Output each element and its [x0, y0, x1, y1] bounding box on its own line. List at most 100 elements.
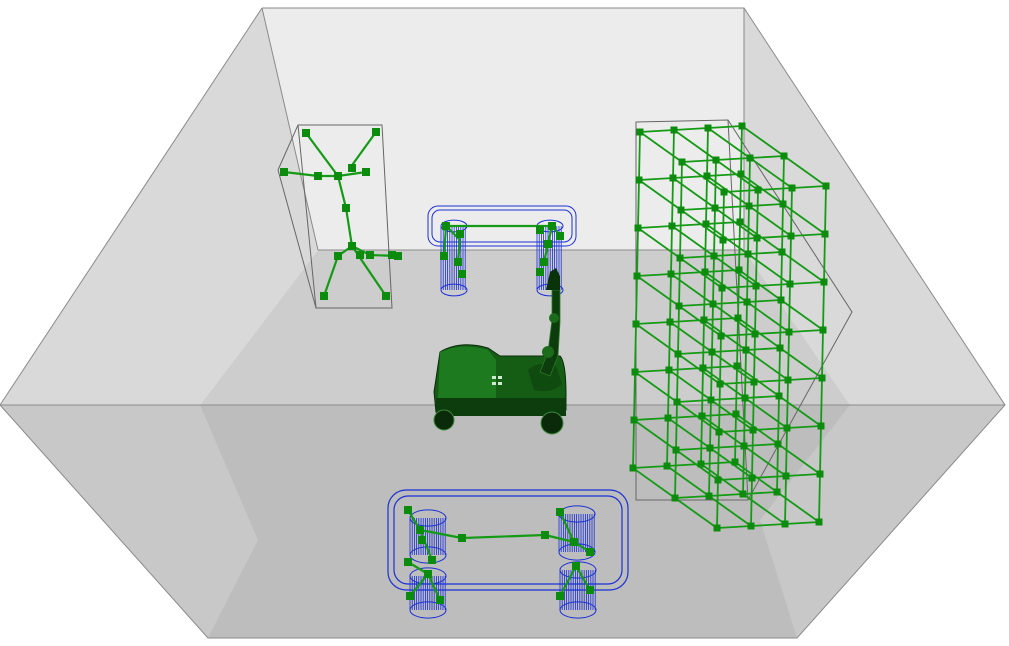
robot-wheel-front-right [540, 411, 564, 435]
shelf-edge [780, 251, 783, 301]
shelf-node [705, 492, 713, 500]
shelf-node [820, 278, 828, 286]
shelf-node [633, 272, 641, 280]
graph-node [372, 128, 380, 136]
graph-node [442, 222, 450, 230]
shelf-node [665, 366, 673, 374]
shelf-edge [734, 413, 737, 463]
shelf-node [733, 362, 741, 370]
shelf-edge [756, 189, 759, 239]
shelf-edge [702, 319, 705, 369]
shelf-edge [670, 225, 673, 275]
shelf-node [675, 302, 683, 310]
shelf-edge [744, 349, 747, 399]
graph-node [416, 526, 424, 534]
graph-node [366, 251, 374, 259]
shelf-edge [714, 159, 717, 209]
graph-node [348, 242, 356, 250]
graph-node [334, 172, 342, 180]
graph-node [418, 536, 426, 544]
graph-node [454, 258, 462, 266]
shelf-node [713, 524, 721, 532]
shelf-edge [716, 479, 719, 529]
shelf-node [671, 494, 679, 502]
shelf-edge [752, 381, 755, 431]
shelf-edge [743, 397, 746, 447]
graph-node [536, 226, 544, 234]
shelf-node [735, 266, 743, 274]
shelf-node [709, 300, 717, 308]
shelf-edge [668, 321, 671, 371]
shelf-node [632, 320, 640, 328]
shelf-edge [735, 365, 738, 415]
shelf-node [817, 422, 825, 430]
graph-node [356, 251, 364, 259]
shelf-edge [717, 431, 720, 481]
shelf-edge [705, 175, 708, 225]
graph-node [458, 534, 466, 542]
shelf-node [712, 156, 720, 164]
shelf-edge [747, 205, 750, 255]
shelf-node [701, 268, 709, 276]
shelf-edge [669, 273, 672, 323]
shelf-edge [784, 475, 787, 525]
graph-node [280, 168, 288, 176]
shelf-node [819, 326, 827, 334]
shelf-node [748, 474, 756, 482]
graph-node [404, 506, 412, 514]
graph-node [570, 538, 578, 546]
shelf-node [667, 270, 675, 278]
shelf-edge [822, 281, 825, 331]
shelf-node [666, 318, 674, 326]
shelf-edge [754, 285, 757, 335]
shelf-node [676, 254, 684, 262]
shelf-edge [676, 353, 679, 403]
shelf-node [742, 346, 750, 354]
shelf-node [714, 476, 722, 484]
shelf-edge [821, 329, 824, 379]
graph-node [382, 292, 390, 300]
graph-node [541, 531, 549, 539]
shelf-node [818, 374, 826, 382]
shelf-node [669, 174, 677, 182]
shelf-node [716, 380, 724, 388]
shelf-edge [785, 427, 788, 477]
graph-node [586, 586, 594, 594]
shelf-edge [719, 335, 722, 385]
shelf-node [781, 520, 789, 528]
graph-node [556, 592, 564, 600]
shelf-edge [677, 305, 680, 355]
shelf-edge [634, 323, 637, 373]
shelf-node [631, 368, 639, 376]
shelf-node [731, 458, 739, 466]
shelf-edge [704, 223, 707, 273]
shelf-edge [718, 383, 721, 433]
shelf-edge [679, 209, 682, 259]
shelf-node [698, 412, 706, 420]
shelf-node [743, 298, 751, 306]
shelf-edge [824, 185, 827, 235]
shelf-edge [666, 417, 669, 467]
shelf-node [744, 250, 752, 258]
scene-view [0, 7, 1006, 639]
shelf-edge [778, 347, 781, 397]
graph-node [388, 251, 396, 259]
shelf-edge [632, 419, 635, 469]
shelf-edge [680, 161, 683, 211]
graph-node [556, 508, 564, 516]
graph-node [440, 252, 448, 260]
shelf-node [774, 440, 782, 448]
shelf-edge [745, 301, 748, 351]
shelf-node [717, 332, 725, 340]
shelf-node [699, 364, 707, 372]
shelf-node [702, 220, 710, 228]
graph-node [536, 268, 544, 276]
shelf-node [636, 128, 644, 136]
shelf-edge [737, 269, 740, 319]
graph-node [556, 232, 564, 240]
shelf-node [703, 172, 711, 180]
shelf-edge [722, 191, 725, 241]
graph-node [456, 230, 464, 238]
shelf-edge [789, 235, 792, 285]
shelf-edge [755, 237, 758, 287]
